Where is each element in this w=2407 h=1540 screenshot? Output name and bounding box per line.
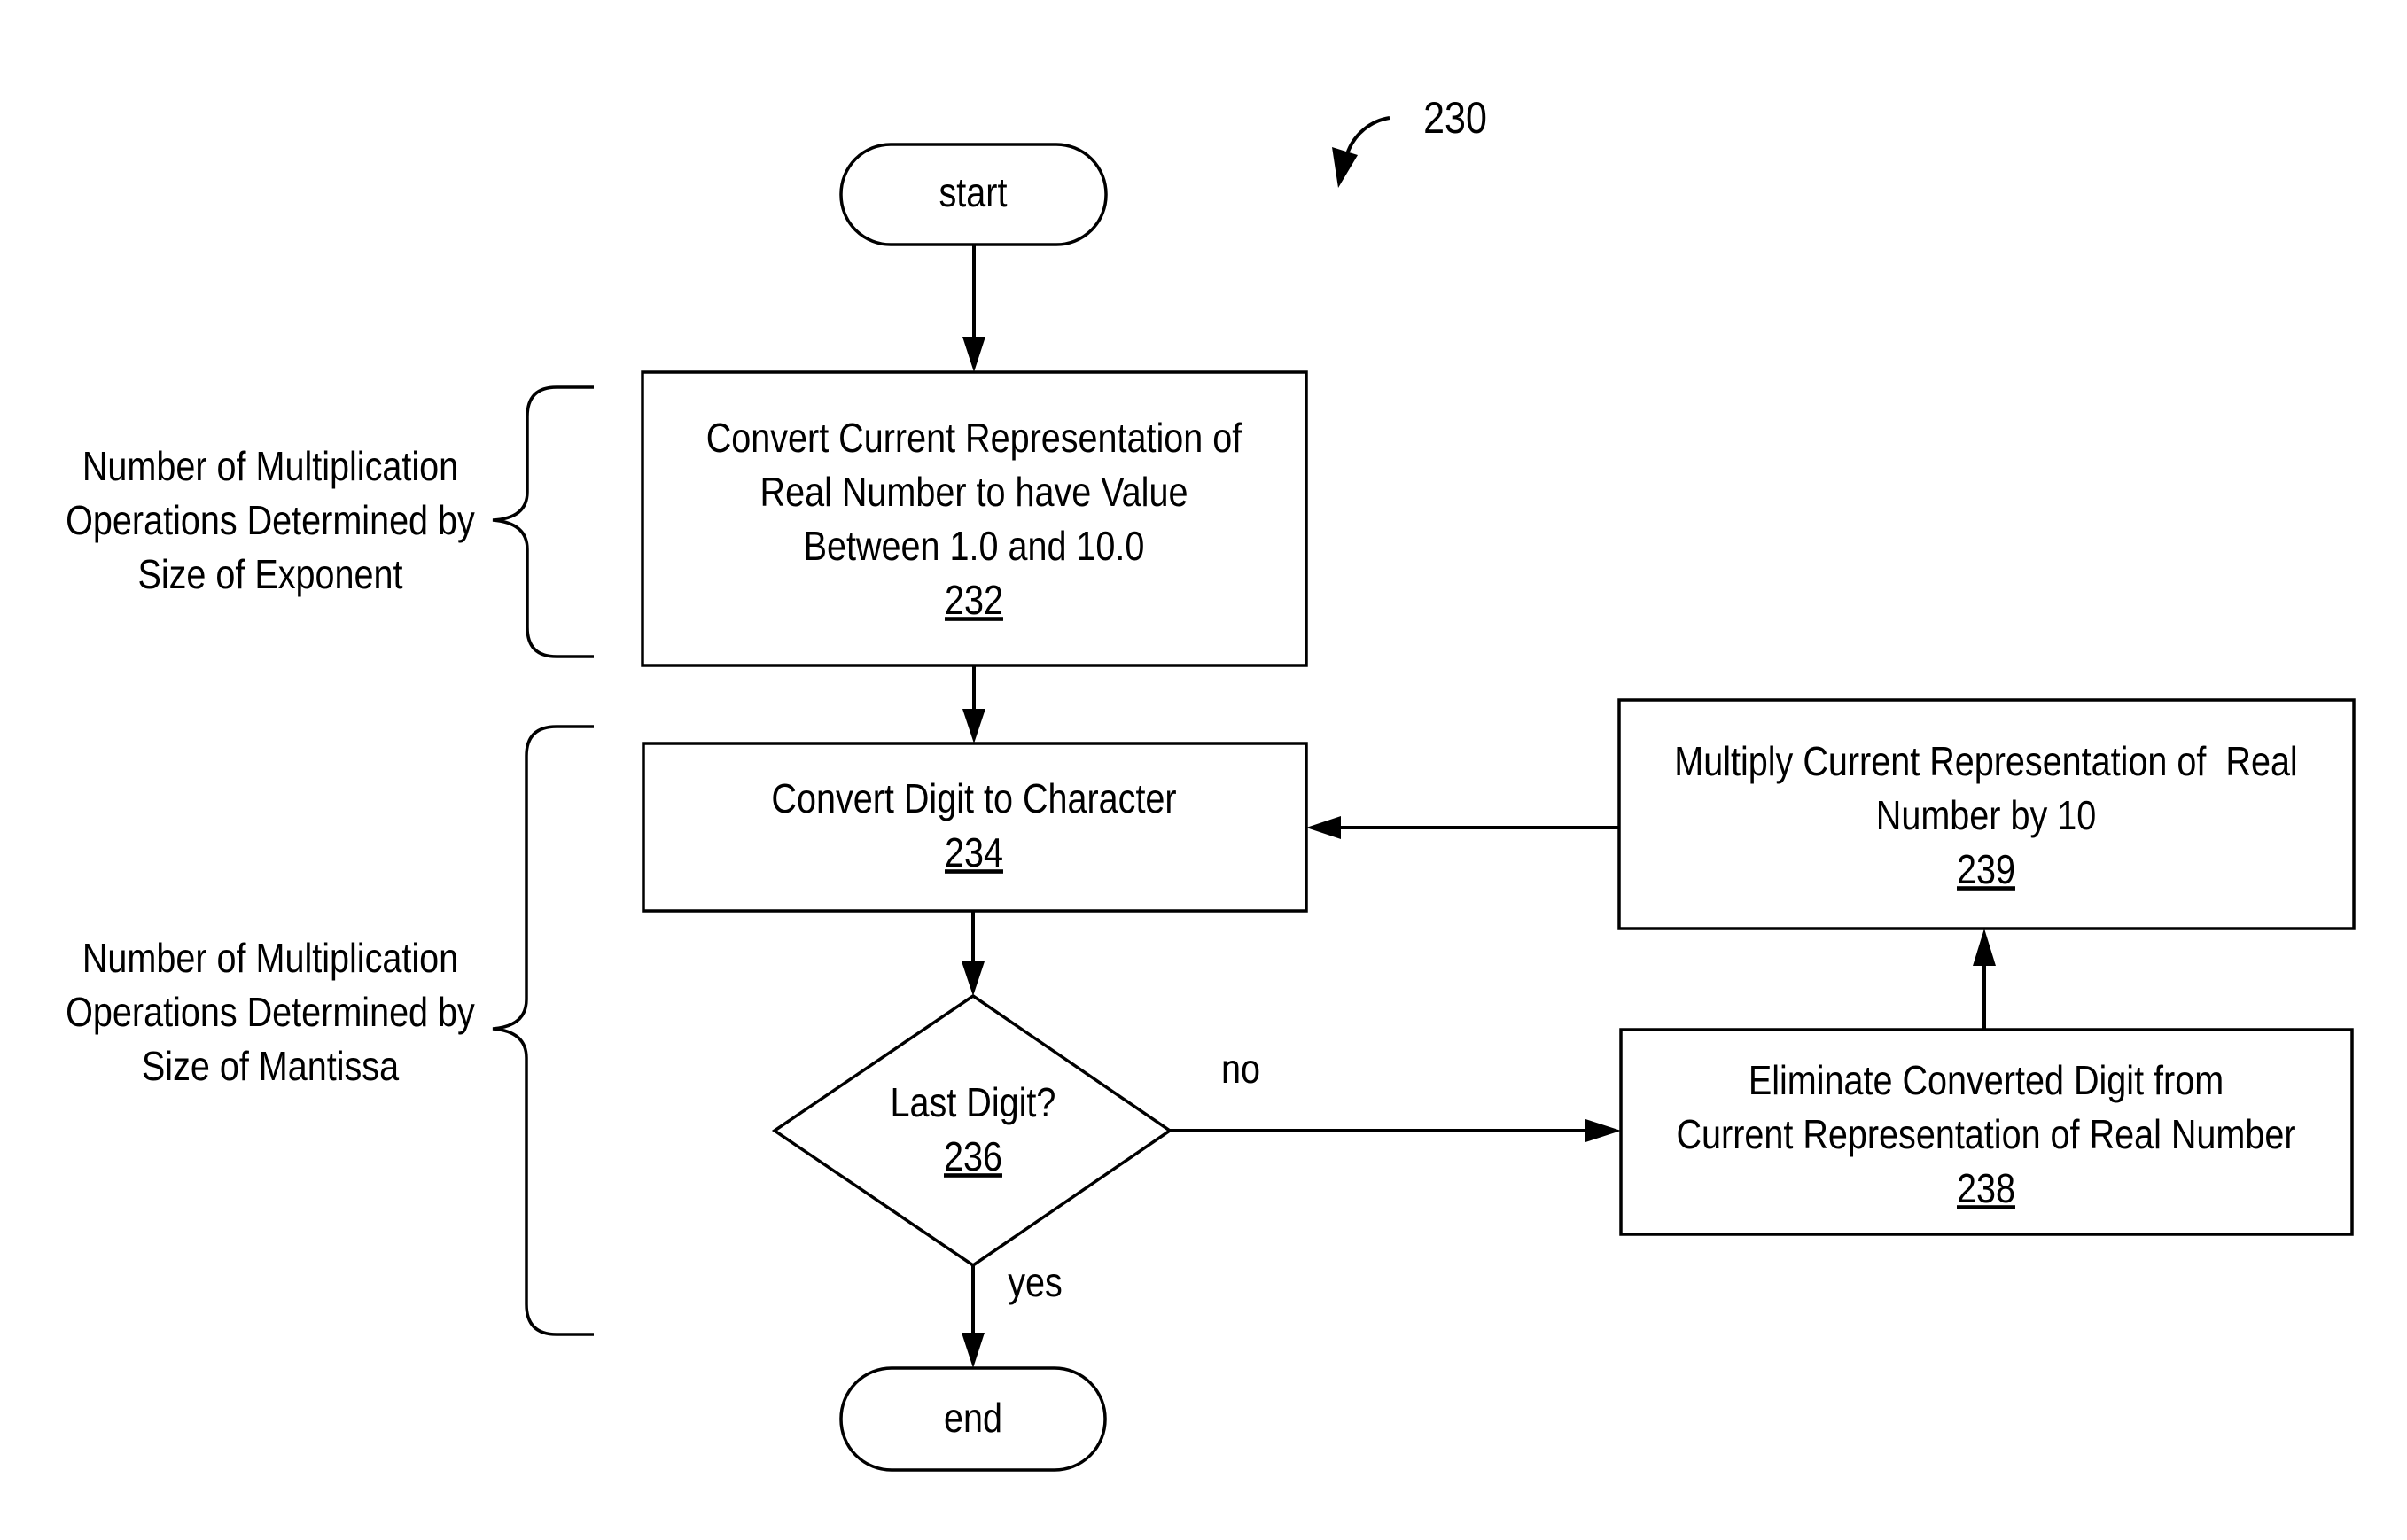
arrow-239-to-234: [1306, 816, 1619, 839]
decision-236-question: Last Digit?: [891, 1080, 1056, 1125]
mantissa-annotation: Number of Multiplication Operations Dete…: [66, 725, 594, 1336]
branch-no-label: no: [1221, 1046, 1260, 1092]
reference-arrow-curve: [1345, 116, 1390, 155]
arrowhead-icon: [962, 961, 985, 996]
step-232-line-2: Real Number to have Value: [760, 470, 1188, 515]
end-terminator[interactable]: end: [839, 1366, 1107, 1472]
arrowhead-icon: [1585, 1119, 1621, 1142]
decision-236-ref: 236: [944, 1134, 1002, 1179]
flowchart-canvas: 230 start Convert Current Representation…: [66, 93, 2356, 1472]
arrowhead-icon: [962, 709, 985, 743]
figure-reference: 230: [1332, 93, 1487, 188]
step-239-box[interactable]: Multiply Current Representation of Real …: [1617, 698, 2356, 930]
arrow-no-236-to-238: no: [1170, 1046, 1621, 1142]
start-terminator[interactable]: start: [839, 143, 1108, 246]
exponent-note-line-1: Number of Multiplication: [82, 444, 458, 489]
mantissa-note-line-1: Number of Multiplication: [82, 936, 458, 981]
step-238-box[interactable]: Eliminate Converted Digit from Current R…: [1619, 1028, 2354, 1236]
arrow-238-to-239: [1973, 929, 1996, 1030]
step-232-line-1: Convert Current Representation of: [706, 416, 1242, 461]
mantissa-note-line-2: Operations Determined by: [66, 990, 475, 1035]
reference-arrowhead-icon: [1332, 147, 1358, 188]
mantissa-brace-icon: [492, 725, 594, 1336]
figure-number: 230: [1423, 93, 1487, 143]
arrow-234-to-236: [962, 911, 985, 996]
arrow-yes-236-to-end: yes: [962, 1260, 1063, 1368]
arrowhead-icon: [962, 337, 985, 372]
arrowhead-icon: [962, 1333, 985, 1368]
arrow-232-to-234: [962, 665, 985, 743]
step-239-ref: 239: [1957, 847, 2015, 892]
step-238-ref: 238: [1957, 1166, 2015, 1211]
step-234-line-1: Convert Digit to Character: [771, 776, 1176, 821]
mantissa-note-line-3: Size of Mantissa: [142, 1044, 399, 1089]
step-234-box[interactable]: Convert Digit to Character 234: [642, 742, 1308, 913]
arrowhead-icon: [1973, 929, 1996, 966]
step-239-line-2: Number by 10: [1876, 793, 2096, 838]
end-label: end: [944, 1396, 1002, 1441]
step-232-line-3: Between 1.0 and 10.0: [804, 524, 1145, 569]
step-232-ref: 232: [945, 578, 1003, 623]
arrowhead-icon: [1306, 816, 1341, 839]
decision-236[interactable]: Last Digit? 236: [771, 993, 1173, 1268]
branch-yes-label: yes: [1008, 1260, 1063, 1305]
step-234-rect[interactable]: [642, 742, 1308, 913]
step-234-ref: 234: [945, 830, 1003, 875]
exponent-annotation: Number of Multiplication Operations Dete…: [66, 385, 594, 658]
start-label: start: [939, 170, 1008, 215]
step-239-line-1: Multiply Current Representation of Real: [1674, 739, 2297, 784]
decision-diamond[interactable]: [771, 993, 1173, 1268]
step-232-box[interactable]: Convert Current Representation of Real N…: [641, 370, 1308, 667]
exponent-brace-icon: [492, 385, 594, 658]
arrow-start-to-232: [962, 245, 985, 372]
step-238-line-2: Current Representation of Real Number: [1676, 1112, 2295, 1157]
exponent-note-line-2: Operations Determined by: [66, 498, 475, 543]
step-238-line-1: Eliminate Converted Digit from: [1749, 1058, 2224, 1103]
exponent-note-line-3: Size of Exponent: [137, 552, 402, 597]
